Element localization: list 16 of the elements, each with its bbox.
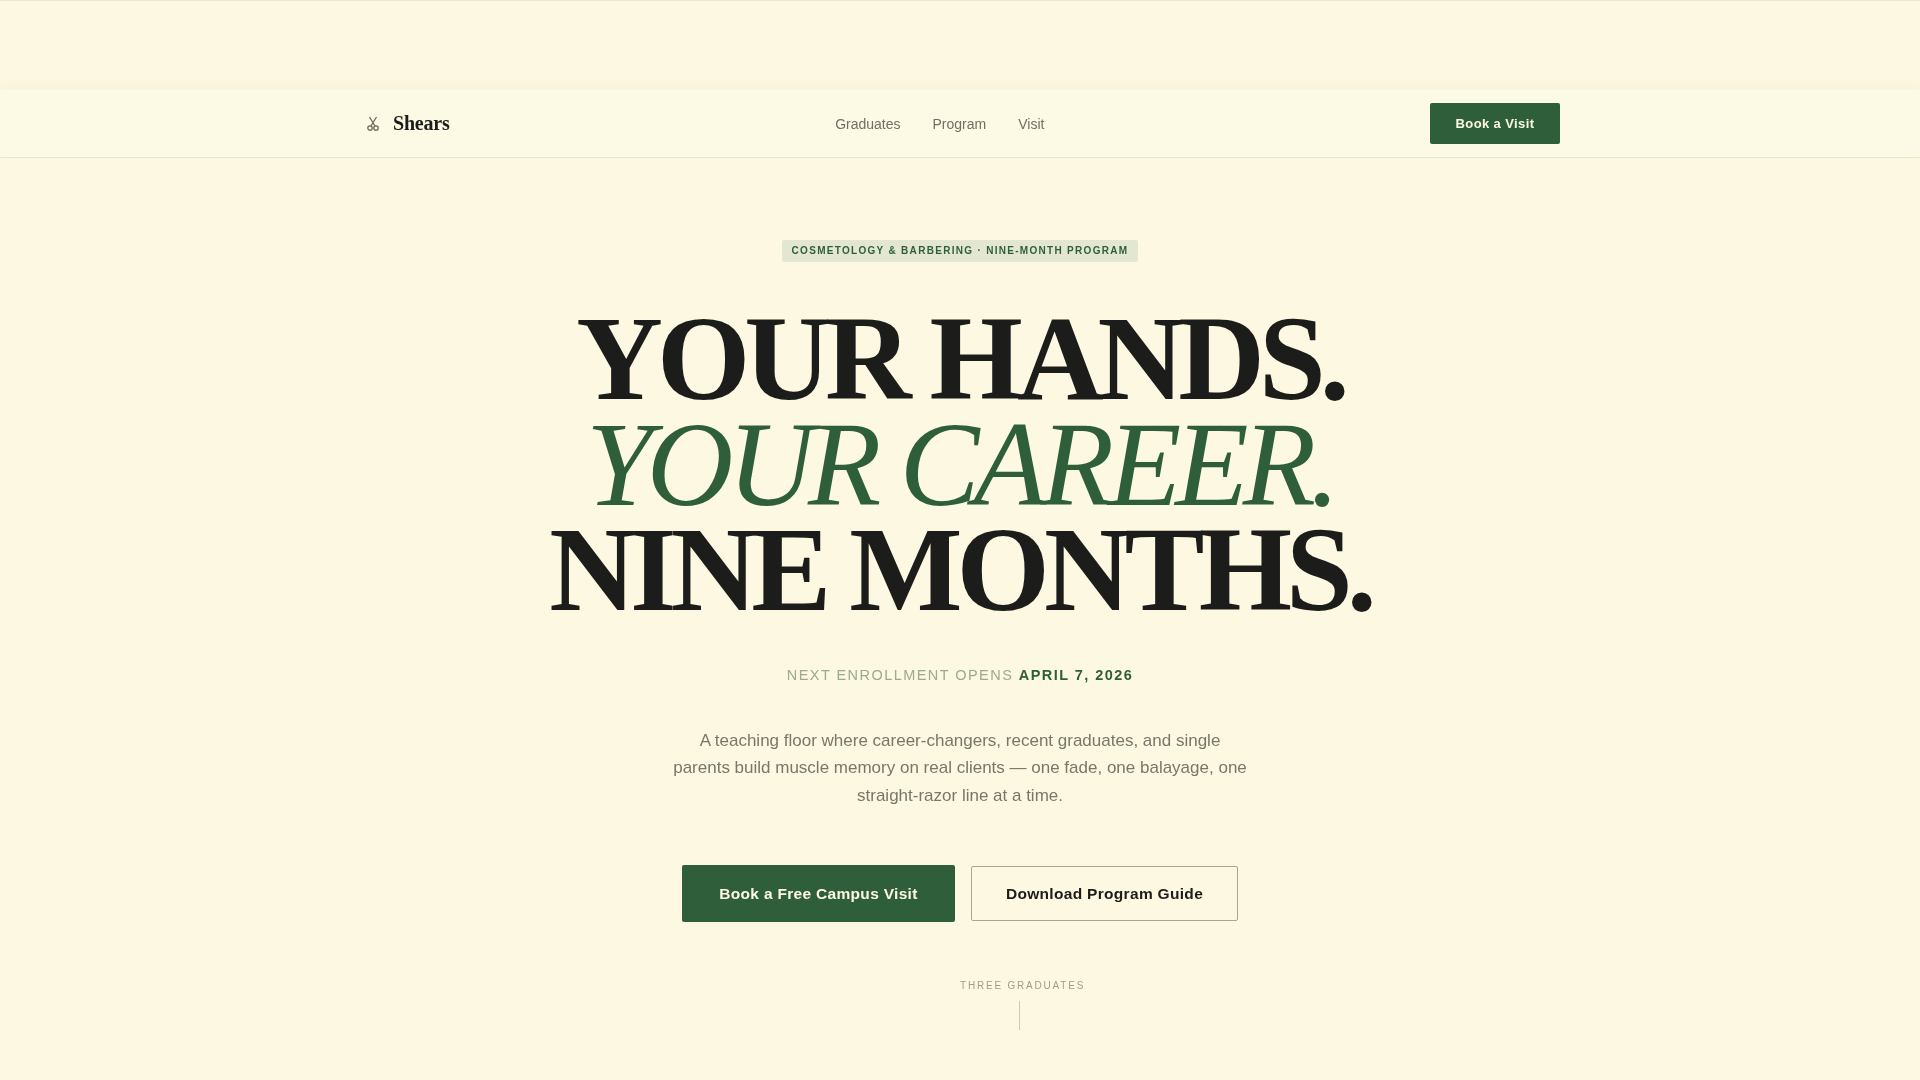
program-badge: COSMETOLOGY & BARBERING · NINE-MONTH PROGRAM — [781, 240, 1139, 262]
headline-line: NINE MONTHS. — [549, 517, 1371, 623]
scissors-icon — [367, 116, 379, 131]
hero-description: A teaching floor where career-changers, recent graduates, and single parents build muscle memory on real clients — one fade, one balayage, one straight-razor line at a time. — [672, 729, 1248, 807]
nav-link[interactable]: Graduates — [835, 115, 901, 132]
headline-line: YOUR HANDS. — [575, 306, 1346, 412]
scroll-label: THREE GRADUATES — [960, 980, 1086, 992]
brand-name[interactable]: Shears — [393, 112, 450, 135]
book-visit-button[interactable]: Book a Visit — [1430, 103, 1560, 144]
book-campus-visit-button[interactable]: Book a Free Campus Visit — [682, 865, 955, 923]
nav-link[interactable]: Program — [932, 115, 987, 132]
download-guide-button[interactable]: Download Program Guide — [971, 866, 1238, 922]
scroll-line — [1019, 1001, 1020, 1031]
nav-link[interactable]: Visit — [1018, 115, 1045, 132]
headline-line: YOUR CAREER. — [586, 411, 1334, 518]
enrollment-date: NEXT ENROLLMENT OPENS APRIL 7, 2026 — [786, 666, 1134, 683]
